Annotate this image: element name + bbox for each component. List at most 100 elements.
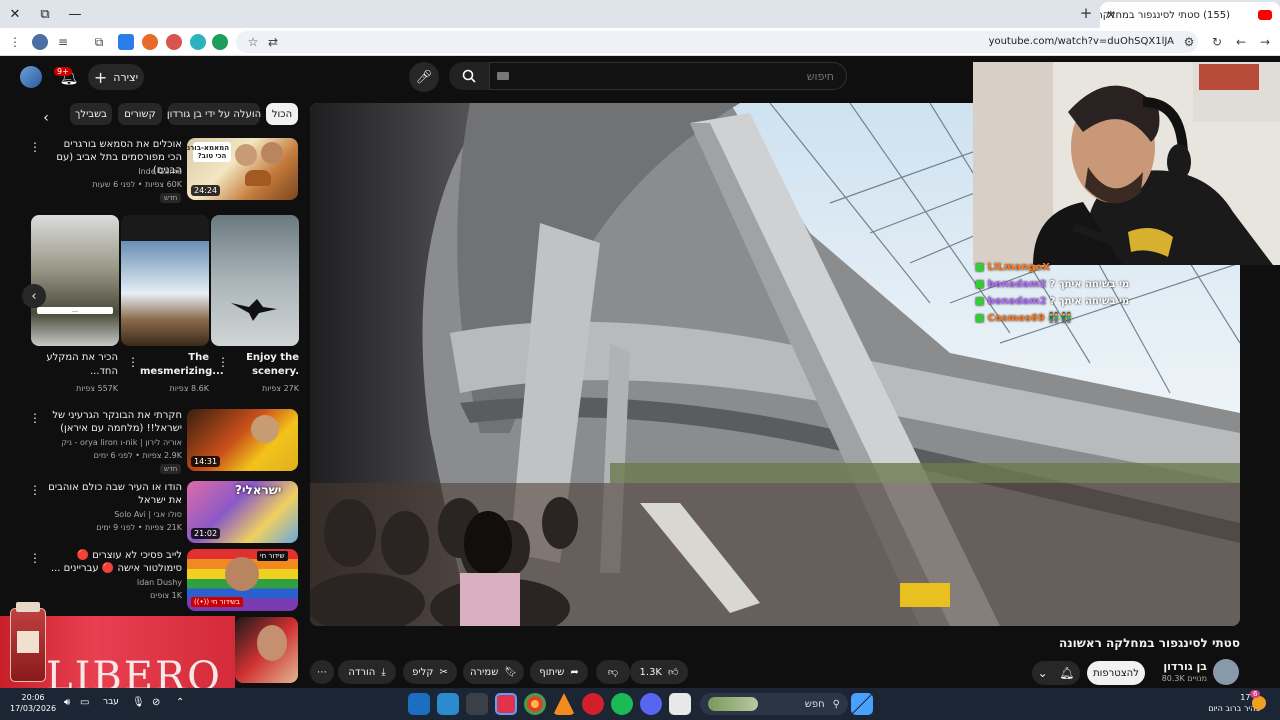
video-channel[interactable]: Inde Game — [48, 166, 182, 178]
bookmark-star-icon[interactable]: ☆ — [244, 33, 262, 51]
subscribe-button[interactable]: להצטרפות — [1087, 661, 1145, 685]
window-restore-button[interactable]: ⧉ — [30, 0, 60, 28]
chrome-icon[interactable] — [524, 693, 546, 715]
network-icon[interactable]: ▭ — [80, 697, 89, 708]
like-button[interactable]: 👍︎ 1.3K — [630, 660, 688, 684]
microphone-icon[interactable]: 🎙︎ — [132, 697, 145, 708]
taskbar-clock[interactable]: 20:06 17/03/2026 — [10, 692, 56, 714]
url-text[interactable]: youtube.com/watch?v=duOhSQX1lJA — [989, 36, 1174, 47]
video-thumbnail[interactable]: ישראלי? 21:02 — [187, 481, 298, 543]
extension-icon[interactable] — [142, 34, 158, 50]
more-actions-button[interactable]: ⋯ — [310, 660, 334, 684]
search-icon: ⚲ — [832, 698, 840, 710]
steam-icon[interactable] — [408, 693, 430, 715]
windows-start-icon[interactable] — [851, 693, 873, 715]
search-button[interactable] — [449, 62, 489, 90]
chat-message: ■ benadam2 מי בשיחה איתך ? — [975, 296, 1175, 307]
short-thumbnail[interactable]: … — [31, 215, 119, 346]
video-thumbnail[interactable]: 14:31 — [187, 409, 298, 471]
extension-icon[interactable] — [118, 34, 134, 50]
search-input[interactable] — [489, 62, 847, 90]
chat-text: מי בשיחה איתך ? — [1049, 296, 1130, 307]
language-indicator[interactable]: עבר — [103, 697, 119, 707]
mute-icon[interactable]: ⊘ — [152, 697, 160, 708]
video-thumbnail[interactable]: המאמא-בורגר הכי טוב? 24:24 — [187, 138, 298, 200]
extension-icon[interactable] — [190, 34, 206, 50]
chip-for-you[interactable]: בשבילך — [70, 103, 112, 125]
menu-dots-icon[interactable]: ⋮ — [6, 33, 24, 51]
profile-icon[interactable] — [32, 34, 48, 50]
chip-uploaded-by[interactable]: הועלה על ידי בן גורדון — [167, 103, 261, 125]
save-label: שמירה — [470, 666, 499, 678]
video-title[interactable]: חקרתי את הבונקר הגרעיני של ישראל!! (מלחמ… — [48, 409, 182, 435]
short-thumbnail[interactable] — [121, 215, 209, 346]
spotify-icon[interactable] — [611, 693, 633, 715]
more-options-icon[interactable]: ⋮ — [29, 140, 41, 154]
chevron-left-icon[interactable]: ‹ — [36, 108, 56, 128]
keyboard-icon[interactable] — [497, 72, 509, 80]
short-title[interactable]: הכיר את המקלע החד... — [40, 351, 118, 379]
short-title[interactable]: The mesmerizing... — [140, 351, 224, 379]
chip-related[interactable]: קשורים — [118, 103, 162, 125]
video-meta: 60K צפיות • לפני 6 שעות — [92, 180, 182, 189]
forward-icon[interactable]: ← — [1232, 33, 1250, 51]
video-channel[interactable]: סולו אבי | Solo Avi — [48, 509, 182, 521]
more-options-icon[interactable]: ⋮ — [29, 483, 41, 497]
video-channel[interactable]: אוריה לירון | nik-ו orya liron - ניק — [48, 437, 182, 449]
person-face — [261, 142, 283, 164]
chevron-down-icon: ⌄ — [1037, 666, 1048, 680]
video-thumbnail[interactable] — [235, 617, 298, 683]
more-options-icon[interactable]: ⋮ — [127, 355, 139, 369]
tab-search-icon[interactable]: ⇄ — [264, 33, 282, 51]
discord-icon[interactable] — [640, 693, 662, 715]
download-button[interactable]: ⤓ הורדה — [338, 660, 396, 684]
like-count: 1.3K — [639, 666, 662, 678]
chat-message: ■ Cosmos69 👬👬 — [975, 313, 1175, 324]
video-title[interactable]: הודו או העיר שבה כולם אוהבים את ישראל — [48, 481, 182, 507]
puzzle-icon[interactable]: ⧉ — [90, 33, 108, 51]
notification-settings-button[interactable]: ⌄ 🔔︎ — [1032, 661, 1080, 685]
share-icon: ➦ — [570, 666, 579, 678]
extension-icon[interactable] — [212, 34, 228, 50]
more-options-icon[interactable]: ⋮ — [29, 551, 41, 565]
share-button[interactable]: ➦ שיתוף — [530, 660, 588, 684]
video-title[interactable]: לייב פסיכי לא עוצרים 🔴 סימולטור אישה 🔴 ע… — [48, 549, 182, 575]
volume-icon[interactable]: 🔊︎ — [64, 697, 70, 708]
extension-icon[interactable]: ≡ — [54, 33, 72, 51]
clip-button[interactable]: ✂ קליפ — [403, 660, 457, 684]
extension-icon[interactable] — [166, 34, 182, 50]
new-tab-button[interactable]: + — [1077, 4, 1095, 22]
site-settings-icon[interactable]: ⚙ — [1180, 33, 1198, 51]
channel-avatar[interactable] — [1213, 659, 1239, 685]
webcam-frame — [973, 62, 1280, 265]
window-close-button[interactable]: ✕ — [0, 0, 30, 28]
dislike-button[interactable]: 👎︎ — [596, 660, 630, 684]
app-icon[interactable] — [582, 693, 604, 715]
shorts-scroll-left-icon[interactable]: ‹ — [22, 284, 46, 308]
chevron-up-icon[interactable]: ⌃ — [176, 697, 184, 708]
back-icon[interactable]: → — [1256, 33, 1274, 51]
short-title[interactable]: Enjoy the scenery. — [232, 351, 299, 379]
browser-tab[interactable]: ✕ (155) סטתי לסינגפור במחלקה ר — [1100, 2, 1280, 28]
twitch-studio-icon[interactable] — [495, 693, 517, 715]
chip-all[interactable]: הכול — [266, 103, 298, 125]
create-button[interactable]: יצירה + — [88, 64, 144, 90]
reload-icon[interactable]: ↻ — [1208, 33, 1226, 51]
streamer-webcam — [973, 62, 1280, 265]
chat-badge-icon: ■ — [975, 313, 985, 324]
short-thumbnail[interactable] — [211, 215, 299, 346]
file-explorer-icon[interactable] — [669, 693, 691, 715]
save-button[interactable]: 🔖︎ שמירה — [463, 660, 524, 684]
video-channel[interactable]: Idan Dushy — [48, 577, 182, 589]
voice-search-mic-icon[interactable]: 🎤︎ — [409, 62, 439, 92]
window-minimize-button[interactable]: — — [60, 0, 90, 28]
avatar[interactable] — [20, 66, 42, 88]
channel-name[interactable]: בן גורדון — [1163, 660, 1207, 673]
app-icon[interactable] — [466, 693, 488, 715]
apps-grid-icon[interactable] — [437, 693, 459, 715]
more-options-icon[interactable]: ⋮ — [29, 411, 41, 425]
clock-date: 17/03/2026 — [10, 704, 57, 713]
chat-badge-icon: ■ — [975, 279, 985, 290]
taskbar-search[interactable]: ⚲ חפש — [700, 693, 848, 715]
tab-close-icon[interactable]: ✕ — [1106, 8, 1116, 22]
